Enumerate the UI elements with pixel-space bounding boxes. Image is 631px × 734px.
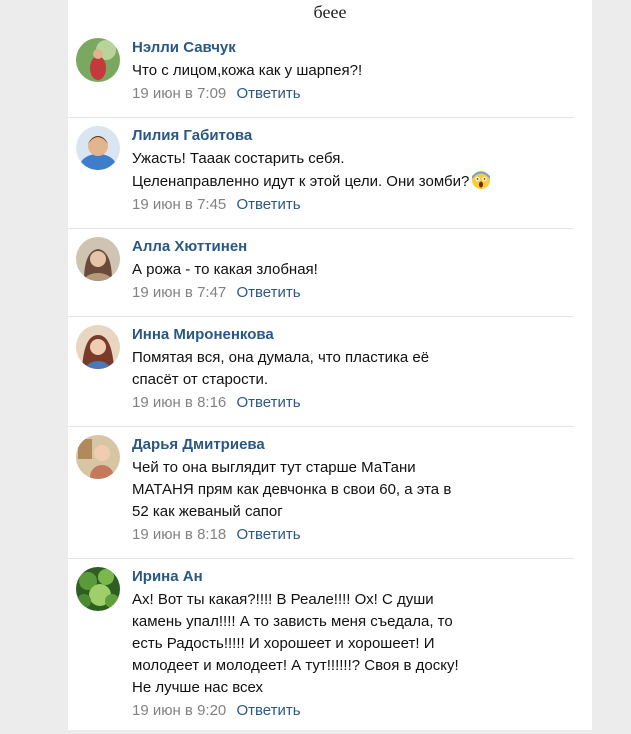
avatar[interactable] <box>76 126 120 170</box>
comment-author[interactable]: Дарья Дмитриева <box>132 435 574 455</box>
comment-meta: 19 июн в 7:47 Ответить <box>132 282 574 304</box>
reply-button[interactable]: Ответить <box>236 394 300 411</box>
comment-text: Ах! Вот ты какая?!!!! В Реале!!!! Ох! С … <box>132 591 459 696</box>
avatar[interactable] <box>76 435 120 479</box>
comments-list: Нэлли Савчук Что с лицом,кожа как у шарп… <box>68 30 592 734</box>
comment-time[interactable]: 19 июн в 9:20 <box>132 702 226 719</box>
comment: Инна Мироненкова Помятая вся, она думала… <box>68 317 574 427</box>
comment-author[interactable]: Лилия Габитова <box>132 126 574 146</box>
scream-emoji-icon <box>472 171 491 189</box>
comment-meta: 19 июн в 7:45 Ответить <box>132 194 574 216</box>
comment-author[interactable]: Нэлли Савчук <box>132 38 574 58</box>
reply-button[interactable]: Ответить <box>236 196 300 213</box>
comment-time[interactable]: 19 июн в 7:45 <box>132 196 226 213</box>
comment-time[interactable]: 19 июн в 7:47 <box>132 284 226 301</box>
comment-body: Нэлли Савчук Что с лицом,кожа как у шарп… <box>132 38 574 105</box>
comment-body: Алла Хюттинен А рожа - то какая злобная!… <box>132 237 574 304</box>
comment-body: Инна Мироненкова Помятая вся, она думала… <box>132 325 574 414</box>
avatar-photo <box>76 567 120 611</box>
page: беее Нэлли Савчук Что с лицом,кожа как у… <box>68 0 592 730</box>
comment: Алла Хюттинен А рожа - то какая злобная!… <box>68 229 574 317</box>
avatar-photo <box>76 325 120 369</box>
comment-author[interactable]: Инна Мироненкова <box>132 325 574 345</box>
avatar-photo <box>76 435 120 479</box>
post-text-fragment: беее <box>313 2 347 22</box>
comment: Ирина Ан Ах! Вот ты какая?!!!! В Реале!!… <box>68 559 574 734</box>
comment-time[interactable]: 19 июн в 8:18 <box>132 526 226 543</box>
avatar-photo <box>76 38 120 82</box>
comment-text: Что с лицом,кожа как у шарпея?! <box>132 62 363 79</box>
comment-body: Лилия Габитова Ужасть! Тааак состарить с… <box>132 126 574 216</box>
reply-button[interactable]: Ответить <box>236 85 300 102</box>
comment-time[interactable]: 19 июн в 8:16 <box>132 394 226 411</box>
reply-button[interactable]: Ответить <box>236 526 300 543</box>
reply-button[interactable]: Ответить <box>236 702 300 719</box>
comment-text-content: Ужасть! Тааак состарить себя. Целенаправ… <box>132 150 470 190</box>
comment-body: Ирина Ан Ах! Вот ты какая?!!!! В Реале!!… <box>132 567 574 722</box>
avatar[interactable] <box>76 237 120 281</box>
avatar[interactable] <box>76 325 120 369</box>
comment-text: Помятая вся, она думала, что пластика её… <box>132 349 430 388</box>
comment-author[interactable]: Алла Хюттинен <box>132 237 574 257</box>
comment: Лилия Габитова Ужасть! Тааак состарить с… <box>68 118 574 229</box>
comment: Дарья Дмитриева Чей то она выглядит тут … <box>68 427 574 559</box>
comment: Нэлли Савчук Что с лицом,кожа как у шарп… <box>68 30 574 118</box>
comment-meta: 19 июн в 8:18 Ответить <box>132 524 574 546</box>
avatar-photo <box>76 126 120 170</box>
comment-author[interactable]: Ирина Ан <box>132 567 574 587</box>
avatar[interactable] <box>76 567 120 611</box>
comment-text: Чей то она выглядит тут старше МаТани МА… <box>132 459 452 520</box>
avatar-photo <box>76 237 120 281</box>
comment-meta: 19 июн в 7:09 Ответить <box>132 83 574 105</box>
comment-time[interactable]: 19 июн в 7:09 <box>132 85 226 102</box>
reply-button[interactable]: Ответить <box>236 284 300 301</box>
comment-text: А рожа - то какая злобная! <box>132 261 318 278</box>
avatar[interactable] <box>76 38 120 82</box>
comment-body: Дарья Дмитриева Чей то она выглядит тут … <box>132 435 574 546</box>
comment-meta: 19 июн в 9:20 Ответить <box>132 700 574 722</box>
comment-meta: 19 июн в 8:16 Ответить <box>132 392 574 414</box>
comment-text: Ужасть! Тааак состарить себя. Целенаправ… <box>132 148 574 193</box>
